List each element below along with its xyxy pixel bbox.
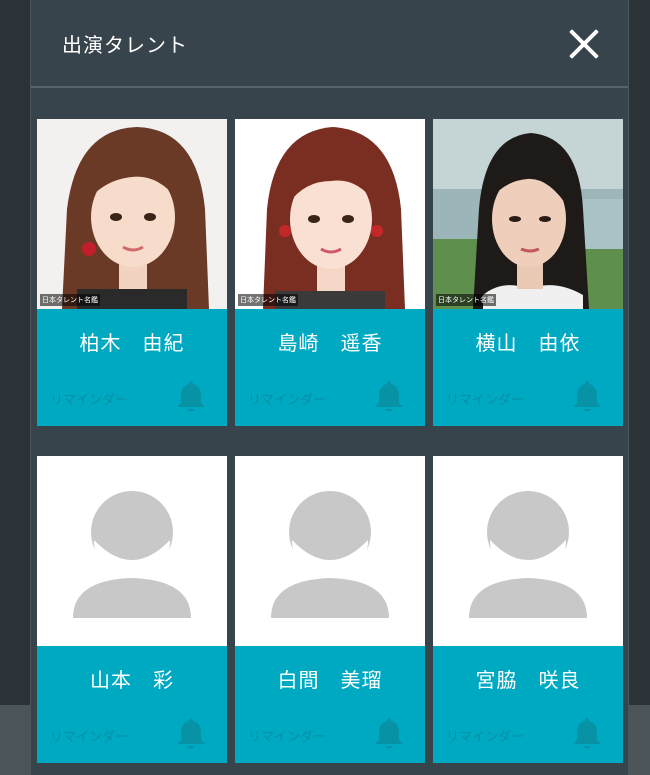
talent-name: 山本 彩 xyxy=(90,668,174,692)
reminder-label: リマインダー xyxy=(446,730,525,745)
photo-credit: 日本タレント名鑑 xyxy=(238,294,298,306)
talent-card[interactable]: 白間 美瑠 リマインダー xyxy=(235,456,425,763)
talent-photo: 日本タレント名鑑 xyxy=(235,119,425,309)
talent-info-band: 柏木 由紀 リマインダー xyxy=(37,309,227,426)
modal-title: 出演タレント xyxy=(62,33,188,57)
talent-name: 宮脇 咲良 xyxy=(475,668,581,692)
placeholder-avatar-icon xyxy=(235,456,425,646)
talent-card[interactable]: 山本 彩 リマインダー xyxy=(37,456,227,763)
close-icon[interactable] xyxy=(567,27,601,61)
photo-credit: 日本タレント名鑑 xyxy=(40,294,100,306)
photo-credit: 日本タレント名鑑 xyxy=(436,294,496,306)
talent-photo: 日本タレント名鑑 xyxy=(37,119,227,309)
reminder-label: リマインダー xyxy=(50,730,129,745)
talent-modal: 出演タレント 日本タレント名鑑 柏木 由紀 リマインダー 日本タレント名鑑 島崎… xyxy=(30,0,629,775)
bell-icon[interactable] xyxy=(572,379,602,413)
bell-icon[interactable] xyxy=(374,379,404,413)
reminder-label: リマインダー xyxy=(248,393,327,408)
talent-name: 柏木 由紀 xyxy=(79,331,185,355)
bell-icon[interactable] xyxy=(374,716,404,750)
talent-card[interactable]: 宮脇 咲良 リマインダー xyxy=(433,456,623,763)
talent-photo: 日本タレント名鑑 xyxy=(433,119,623,309)
bell-icon[interactable] xyxy=(176,716,206,750)
reminder-label: リマインダー xyxy=(248,730,327,745)
talent-card[interactable]: 日本タレント名鑑 島崎 遥香 リマインダー xyxy=(235,119,425,426)
talent-info-band: 宮脇 咲良 リマインダー xyxy=(433,646,623,763)
reminder-label: リマインダー xyxy=(50,393,129,408)
talent-info-band: 白間 美瑠 リマインダー xyxy=(235,646,425,763)
talent-name: 白間 美瑠 xyxy=(277,668,383,692)
talent-name: 島崎 遥香 xyxy=(277,331,383,355)
modal-header: 出演タレント xyxy=(31,0,628,88)
talent-info-band: 横山 由依 リマインダー xyxy=(433,309,623,426)
reminder-label: リマインダー xyxy=(446,393,525,408)
bell-icon[interactable] xyxy=(176,379,206,413)
talent-info-band: 島崎 遥香 リマインダー xyxy=(235,309,425,426)
talent-card[interactable]: 日本タレント名鑑 柏木 由紀 リマインダー xyxy=(37,119,227,426)
placeholder-avatar-icon xyxy=(37,456,227,646)
placeholder-avatar-icon xyxy=(433,456,623,646)
talent-card[interactable]: 日本タレント名鑑 横山 由依 リマインダー xyxy=(433,119,623,426)
talent-name: 横山 由依 xyxy=(475,331,581,355)
bell-icon[interactable] xyxy=(572,716,602,750)
talent-info-band: 山本 彩 リマインダー xyxy=(37,646,227,763)
